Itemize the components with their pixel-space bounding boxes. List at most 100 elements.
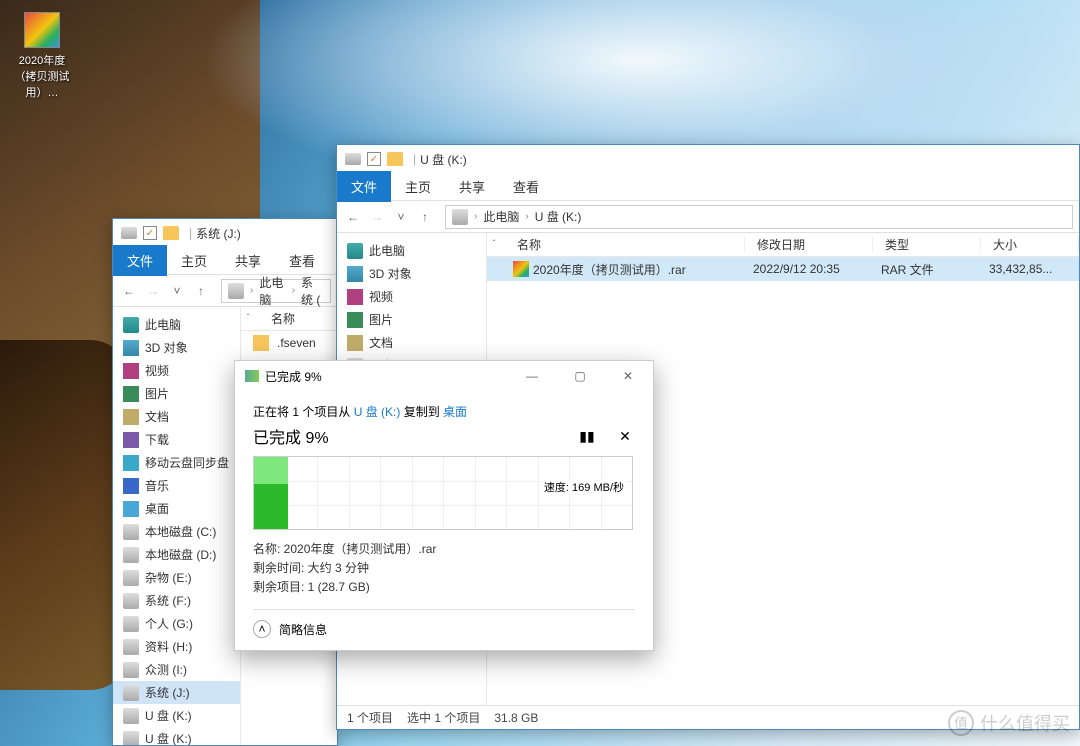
sidebar-item[interactable]: 系统 (J:): [113, 681, 240, 704]
desktop-file-icon[interactable]: 2020年度（拷贝测试用）…: [12, 12, 72, 100]
column-name[interactable]: 名称: [505, 236, 745, 253]
sidebar-item[interactable]: 音乐: [113, 474, 240, 497]
drive-icon: [123, 616, 139, 632]
titlebar[interactable]: ✓ | 系统 (J:): [113, 219, 337, 247]
nav-back-button[interactable]: ←: [343, 207, 363, 227]
maximize-button[interactable]: ▢: [565, 366, 595, 386]
minimize-button[interactable]: —: [517, 366, 547, 386]
sidebar-item[interactable]: 3D 对象: [337, 262, 486, 285]
sidebar-item-label: 图片: [145, 385, 169, 402]
sidebar-item[interactable]: 3D 对象: [113, 336, 240, 359]
breadcrumb-root[interactable]: 此电脑: [483, 208, 519, 225]
folder-icon: [163, 226, 179, 240]
ribbon-tab-share[interactable]: 共享: [445, 171, 499, 202]
nav-toolbar: ← → ˅ ↑ › 此电脑 › U 盘 (K:): [337, 201, 1079, 233]
collapse-icon[interactable]: ˇ: [487, 238, 501, 252]
copy-dest-link[interactable]: 桌面: [443, 405, 467, 419]
sidebar-item[interactable]: 下载: [113, 428, 240, 451]
dialog-titlebar[interactable]: 已完成 9% — ▢ ✕: [235, 361, 653, 391]
column-name[interactable]: 名称: [259, 310, 337, 327]
chart-progress-fill: [254, 457, 288, 529]
sidebar-item[interactable]: 图片: [113, 382, 240, 405]
sidebar-item[interactable]: 此电脑: [113, 313, 240, 336]
speed-label: 速度: 169 MB/秒: [542, 479, 626, 495]
ribbon-tab-home[interactable]: 主页: [391, 171, 445, 202]
sidebar-item-label: 移动云盘同步盘: [145, 454, 229, 471]
ribbon-tab-file[interactable]: 文件: [113, 245, 167, 276]
sidebar-item-label: 文档: [145, 408, 169, 425]
nav-up-button[interactable]: ↑: [191, 281, 211, 301]
nav-back-button[interactable]: ←: [119, 281, 139, 301]
footer-toggle-label[interactable]: 简略信息: [279, 621, 327, 638]
sidebar-item-label: 文档: [369, 334, 393, 351]
sidebar-item-label: 系统 (F:): [145, 592, 191, 609]
breadcrumb-current[interactable]: 系统 (: [301, 274, 324, 308]
sidebar-item[interactable]: 本地磁盘 (D:): [113, 543, 240, 566]
ribbon-tab-share[interactable]: 共享: [221, 245, 275, 276]
collapse-icon[interactable]: ˇ: [241, 312, 255, 326]
nav-up-button[interactable]: ↑: [415, 207, 435, 227]
close-button[interactable]: ✕: [613, 366, 643, 386]
navigation-pane[interactable]: 此电脑3D 对象视频图片文档下载移动云盘同步盘音乐桌面本地磁盘 (C:) 本地磁盘…: [113, 307, 241, 745]
address-bar[interactable]: › 此电脑 › 系统 (: [221, 279, 331, 303]
cancel-button[interactable]: ✕: [615, 428, 635, 445]
ribbon-tab-view[interactable]: 查看: [275, 245, 329, 276]
sidebar-item[interactable]: 此电脑: [337, 239, 486, 262]
pause-button[interactable]: ▮▮: [577, 428, 597, 445]
titlebar[interactable]: ✓ | U 盘 (K:): [337, 145, 1079, 173]
dialog-title: 已完成 9%: [265, 368, 322, 385]
drive-icon: [228, 283, 244, 299]
sidebar-item[interactable]: 图片: [337, 308, 486, 331]
watermark-logo-icon: 值: [948, 710, 974, 736]
sidebar-item[interactable]: 文档: [113, 405, 240, 428]
sidebar-item[interactable]: 本地磁盘 (C:): [113, 520, 240, 543]
sidebar-item[interactable]: U 盘 (K:): [113, 704, 240, 727]
copy-progress-dialog[interactable]: 已完成 9% — ▢ ✕ 正在将 1 个项目从 U 盘 (K:) 复制到 桌面 …: [234, 360, 654, 651]
sidebar-item[interactable]: 众测 (I:): [113, 658, 240, 681]
nav-history-button[interactable]: ˅: [167, 281, 187, 301]
sidebar-item[interactable]: 桌面: [113, 497, 240, 520]
sidebar-item[interactable]: 资料 (H:): [113, 635, 240, 658]
copy-source-link[interactable]: U 盘 (K:): [354, 405, 401, 419]
drive-icon: [123, 593, 139, 609]
sidebar-item-label: 本地磁盘 (C:): [145, 523, 216, 540]
ribbon-tab-home[interactable]: 主页: [167, 245, 221, 276]
breadcrumb-sep: ›: [525, 211, 528, 222]
address-bar[interactable]: › 此电脑 › U 盘 (K:): [445, 205, 1073, 229]
column-date[interactable]: 修改日期: [745, 236, 873, 253]
sidebar-item[interactable]: 系统 (F:): [113, 589, 240, 612]
sidebar-item[interactable]: 文档: [337, 331, 486, 354]
chevron-up-icon[interactable]: ˄: [253, 620, 271, 638]
breadcrumb-current[interactable]: U 盘 (K:): [535, 208, 582, 225]
sidebar-item[interactable]: 个人 (G:): [113, 612, 240, 635]
sidebar-item[interactable]: 视频: [113, 359, 240, 382]
list-item[interactable]: 2020年度（拷贝测试用）.rar 2022/9/12 20:35 RAR 文件…: [487, 257, 1079, 281]
drive-icon: [345, 153, 361, 165]
breadcrumb-sep: ›: [292, 285, 295, 296]
quickaccess-checkbox[interactable]: ✓: [367, 152, 381, 166]
sidebar-item[interactable]: 移动云盘同步盘: [113, 451, 240, 474]
quickaccess-checkbox[interactable]: ✓: [143, 226, 157, 240]
nav-history-button[interactable]: ˅: [391, 207, 411, 227]
ribbon-tab-file[interactable]: 文件: [337, 171, 391, 202]
drive-icon: [121, 227, 137, 239]
column-headers[interactable]: ˇ 名称 修改日期 类型 大小: [487, 233, 1079, 257]
column-type[interactable]: 类型: [873, 236, 981, 253]
drive-icon: [123, 570, 139, 586]
nav-forward-button[interactable]: →: [367, 207, 387, 227]
obj3d-icon: [123, 340, 139, 356]
rar-icon: [24, 12, 60, 48]
sidebar-item-label: 图片: [369, 311, 393, 328]
info-name: 名称: 2020年度（拷贝测试用）.rar: [253, 540, 635, 557]
column-size[interactable]: 大小: [981, 236, 1079, 253]
down-icon: [123, 432, 139, 448]
ribbon-tab-view[interactable]: 查看: [499, 171, 553, 202]
nav-forward-button[interactable]: →: [143, 281, 163, 301]
sidebar-item[interactable]: U 盘 (K:): [113, 727, 240, 745]
list-item[interactable]: .fseven: [241, 331, 337, 355]
sidebar-item-label: 众测 (I:): [145, 661, 187, 678]
sidebar-item[interactable]: 视频: [337, 285, 486, 308]
breadcrumb-root[interactable]: 此电脑: [259, 274, 285, 308]
column-headers[interactable]: ˇ 名称: [241, 307, 337, 331]
sidebar-item[interactable]: 杂物 (E:): [113, 566, 240, 589]
